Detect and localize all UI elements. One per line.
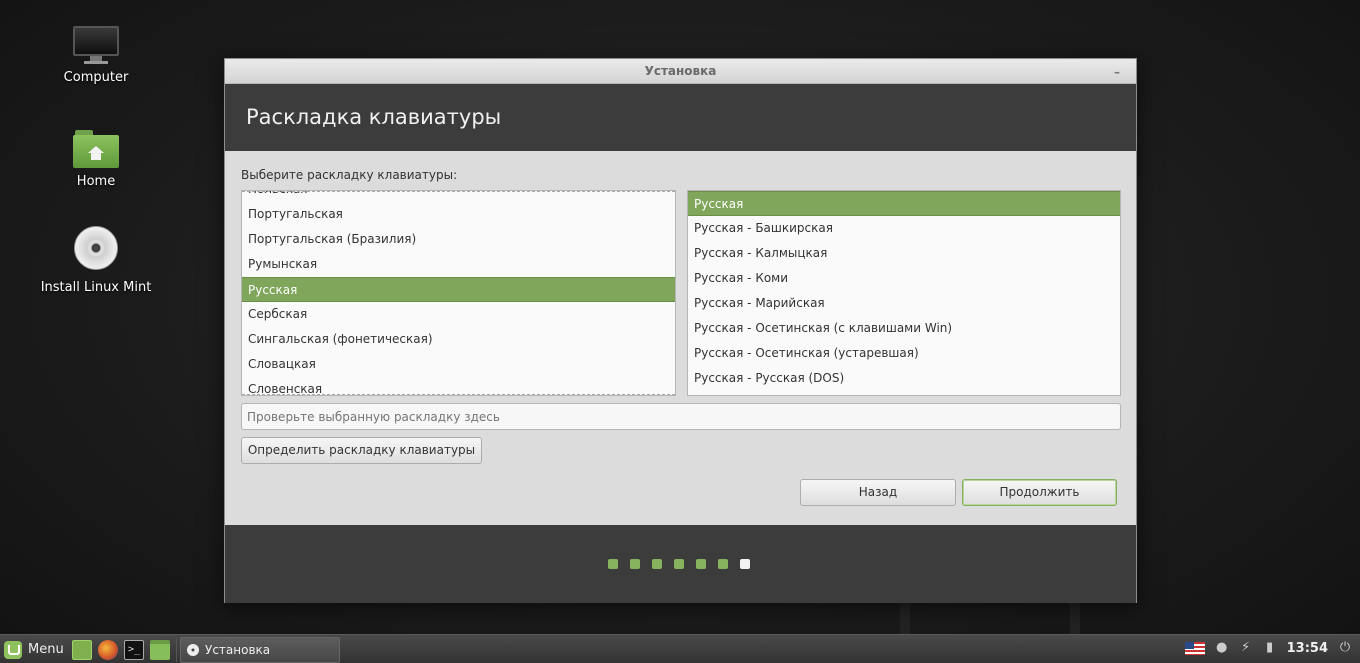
list-item[interactable]: Русская	[242, 277, 675, 302]
progress-dot-current	[740, 559, 750, 569]
list-item[interactable]: Русская - Русская (DOS)	[688, 366, 1120, 391]
firefox-icon[interactable]	[98, 640, 118, 660]
progress-dot	[696, 559, 706, 569]
window-titlebar[interactable]: Установка –	[225, 59, 1136, 84]
variant-list[interactable]: Русская Русская - Башкирская Русская - Кал…	[687, 190, 1121, 396]
list-item[interactable]: Русская - Осетинская (устаревшая)	[688, 341, 1120, 366]
progress-dot	[718, 559, 728, 569]
list-item[interactable]: Русская - Коми	[688, 266, 1120, 291]
list-item[interactable]: Сингальская (фонетическая)	[242, 327, 675, 352]
list-item[interactable]: Русская - Марийская	[688, 291, 1120, 316]
system-tray: ● ⚡ ▮ 13:54 ⏻	[1184, 640, 1352, 656]
taskbar: Menu >_ Установка ● ⚡ ▮ 13:54 ⏻	[0, 634, 1360, 663]
desktop-icon-install[interactable]: Install Linux Mint	[31, 226, 161, 295]
list-item[interactable]: Русская - Башкирская	[688, 216, 1120, 241]
page-title: Раскладка клавиатуры	[225, 84, 1136, 151]
menu-button[interactable]: Menu	[4, 639, 64, 661]
list-item[interactable]: Румынская	[242, 252, 675, 277]
battery-icon[interactable]: ▮	[1263, 640, 1277, 656]
desktop-icon-home[interactable]: Home	[31, 130, 161, 189]
installer-window: Установка – Раскладка клавиатуры Выберит…	[224, 58, 1137, 603]
desktop-icon-label: Home	[76, 174, 116, 189]
minimize-icon[interactable]: –	[1110, 59, 1124, 84]
user-icon[interactable]: ●	[1215, 640, 1229, 656]
menu-label: Menu	[28, 642, 64, 657]
list-item[interactable]: Словацкая	[242, 352, 675, 377]
desktop-icon-label: Install Linux Mint	[40, 280, 152, 295]
window-title: Установка	[644, 64, 717, 78]
progress-dot	[630, 559, 640, 569]
task-label: Установка	[205, 643, 271, 657]
desktop-icon-computer[interactable]: Computer	[31, 24, 161, 85]
continue-button[interactable]: Продолжить	[962, 479, 1117, 506]
progress-dot	[674, 559, 684, 569]
page-content: Выберите раскладку клавиатуры: ПольскаяП…	[225, 151, 1136, 525]
progress-dot	[608, 559, 618, 569]
progress-dot	[652, 559, 662, 569]
list-item[interactable]: Русская - Калмыцкая	[688, 241, 1120, 266]
disc-icon	[187, 644, 199, 656]
list-item[interactable]: Португальская	[242, 202, 675, 227]
us-flag-icon[interactable]	[1184, 641, 1205, 655]
list-item[interactable]: Португальская (Бразилия)	[242, 227, 675, 252]
computer-icon	[72, 24, 120, 64]
list-item[interactable]: Русская	[688, 191, 1120, 216]
clock[interactable]: 13:54	[1287, 641, 1328, 656]
list-item[interactable]: Сербская	[242, 302, 675, 327]
layout-list[interactable]: ПольскаяПортугальскаяПортугальская (Браз…	[241, 190, 676, 396]
back-button[interactable]: Назад	[800, 479, 956, 506]
power-icon[interactable]: ⏻	[1338, 640, 1352, 656]
desktop-icon-label: Computer	[63, 70, 129, 85]
home-folder-icon	[73, 130, 119, 168]
list-item[interactable]: Русская - Осетинская (с клавишами Win)	[688, 316, 1120, 341]
progress-footer	[225, 525, 1136, 603]
terminal-icon[interactable]: >_	[124, 640, 144, 660]
layout-test-input[interactable]	[241, 403, 1121, 430]
network-icon[interactable]: ⚡	[1239, 640, 1253, 656]
mint-logo-icon	[4, 641, 22, 659]
show-desktop-icon[interactable]	[72, 640, 92, 660]
files-icon[interactable]	[150, 640, 170, 660]
progress-dots	[608, 559, 750, 569]
choose-layout-label: Выберите раскладку клавиатуры:	[241, 168, 458, 182]
disc-icon	[74, 226, 118, 270]
detect-layout-button[interactable]: Определить раскладку клавиатуры	[241, 437, 482, 464]
taskbar-separator	[176, 638, 177, 662]
task-installer[interactable]: Установка	[180, 637, 340, 663]
quick-launchers: >_	[72, 640, 170, 660]
